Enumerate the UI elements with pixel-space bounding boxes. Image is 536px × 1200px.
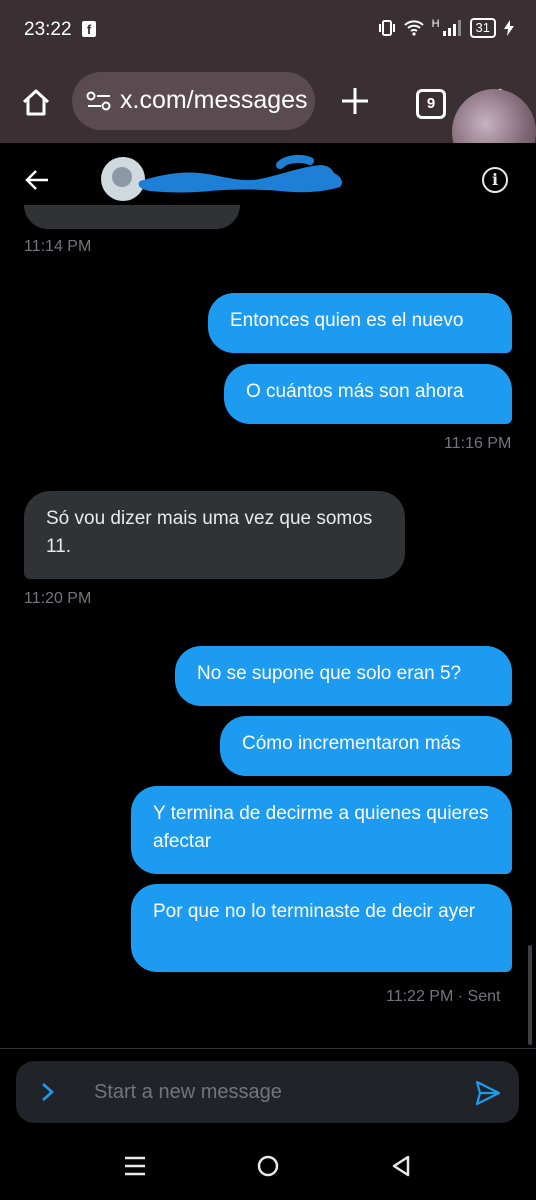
message-bubble-outgoing[interactable]: No se supone que solo eran 5? (175, 646, 512, 706)
message-bubble-outgoing[interactable]: Cómo incrementaron más (220, 716, 512, 776)
vibrate-icon (378, 20, 395, 36)
message-bubble-outgoing[interactable]: Por que no lo terminaste de decir ayer (131, 884, 512, 972)
redacted-name (138, 154, 342, 193)
chevron-right-icon[interactable] (40, 1081, 56, 1103)
message-timestamp: 11:20 PM (24, 590, 92, 607)
message-bubble-outgoing[interactable]: O cuántos más son ahora (224, 364, 512, 424)
battery-indicator: 31 (469, 18, 496, 38)
message-composer (16, 1061, 519, 1123)
address-bar[interactable]: x.com/messages (72, 72, 315, 130)
status-bar: 23:22 f H 31 (0, 0, 536, 60)
back-nav-icon[interactable] (387, 1152, 415, 1180)
tune-icon[interactable] (86, 91, 112, 111)
system-navigation-bar (0, 1136, 536, 1200)
message-timestamp: 11:16 PM (444, 435, 512, 452)
tabs-icon[interactable]: 9 (416, 89, 446, 119)
message-bubble-incoming[interactable]: Só vou dizer mais uma vez que somos 11. (24, 491, 405, 579)
facebook-notification-icon: f (82, 21, 96, 37)
composer-area (0, 1048, 536, 1137)
signal-icon (442, 20, 461, 36)
status-time: 23:22 (24, 19, 72, 40)
info-icon[interactable]: i (482, 167, 508, 193)
message-bubble-outgoing[interactable]: Y termina de decirme a quienes quieres a… (131, 786, 512, 874)
send-icon[interactable] (474, 1079, 502, 1107)
arrow-left-icon[interactable] (24, 167, 50, 193)
scrollbar[interactable] (528, 945, 532, 1045)
message-timestamp: 11:14 PM (24, 238, 92, 255)
message-timestamp-sent: 11:22 PM · Sent (386, 988, 501, 1005)
url-text[interactable]: x.com/messages (120, 86, 308, 115)
plus-icon[interactable] (338, 84, 372, 118)
home-icon[interactable] (20, 87, 52, 119)
message-bubble-outgoing[interactable]: Entonces quien es el nuevo (208, 293, 512, 353)
message-input[interactable] (94, 1076, 454, 1108)
recents-icon[interactable] (121, 1152, 149, 1180)
home-nav-icon[interactable] (254, 1152, 282, 1180)
charging-icon (504, 20, 514, 36)
previous-message-bubble (24, 205, 240, 229)
status-icons: H 31 (378, 18, 514, 38)
network-type: H (431, 18, 440, 30)
wifi-icon (403, 20, 424, 36)
